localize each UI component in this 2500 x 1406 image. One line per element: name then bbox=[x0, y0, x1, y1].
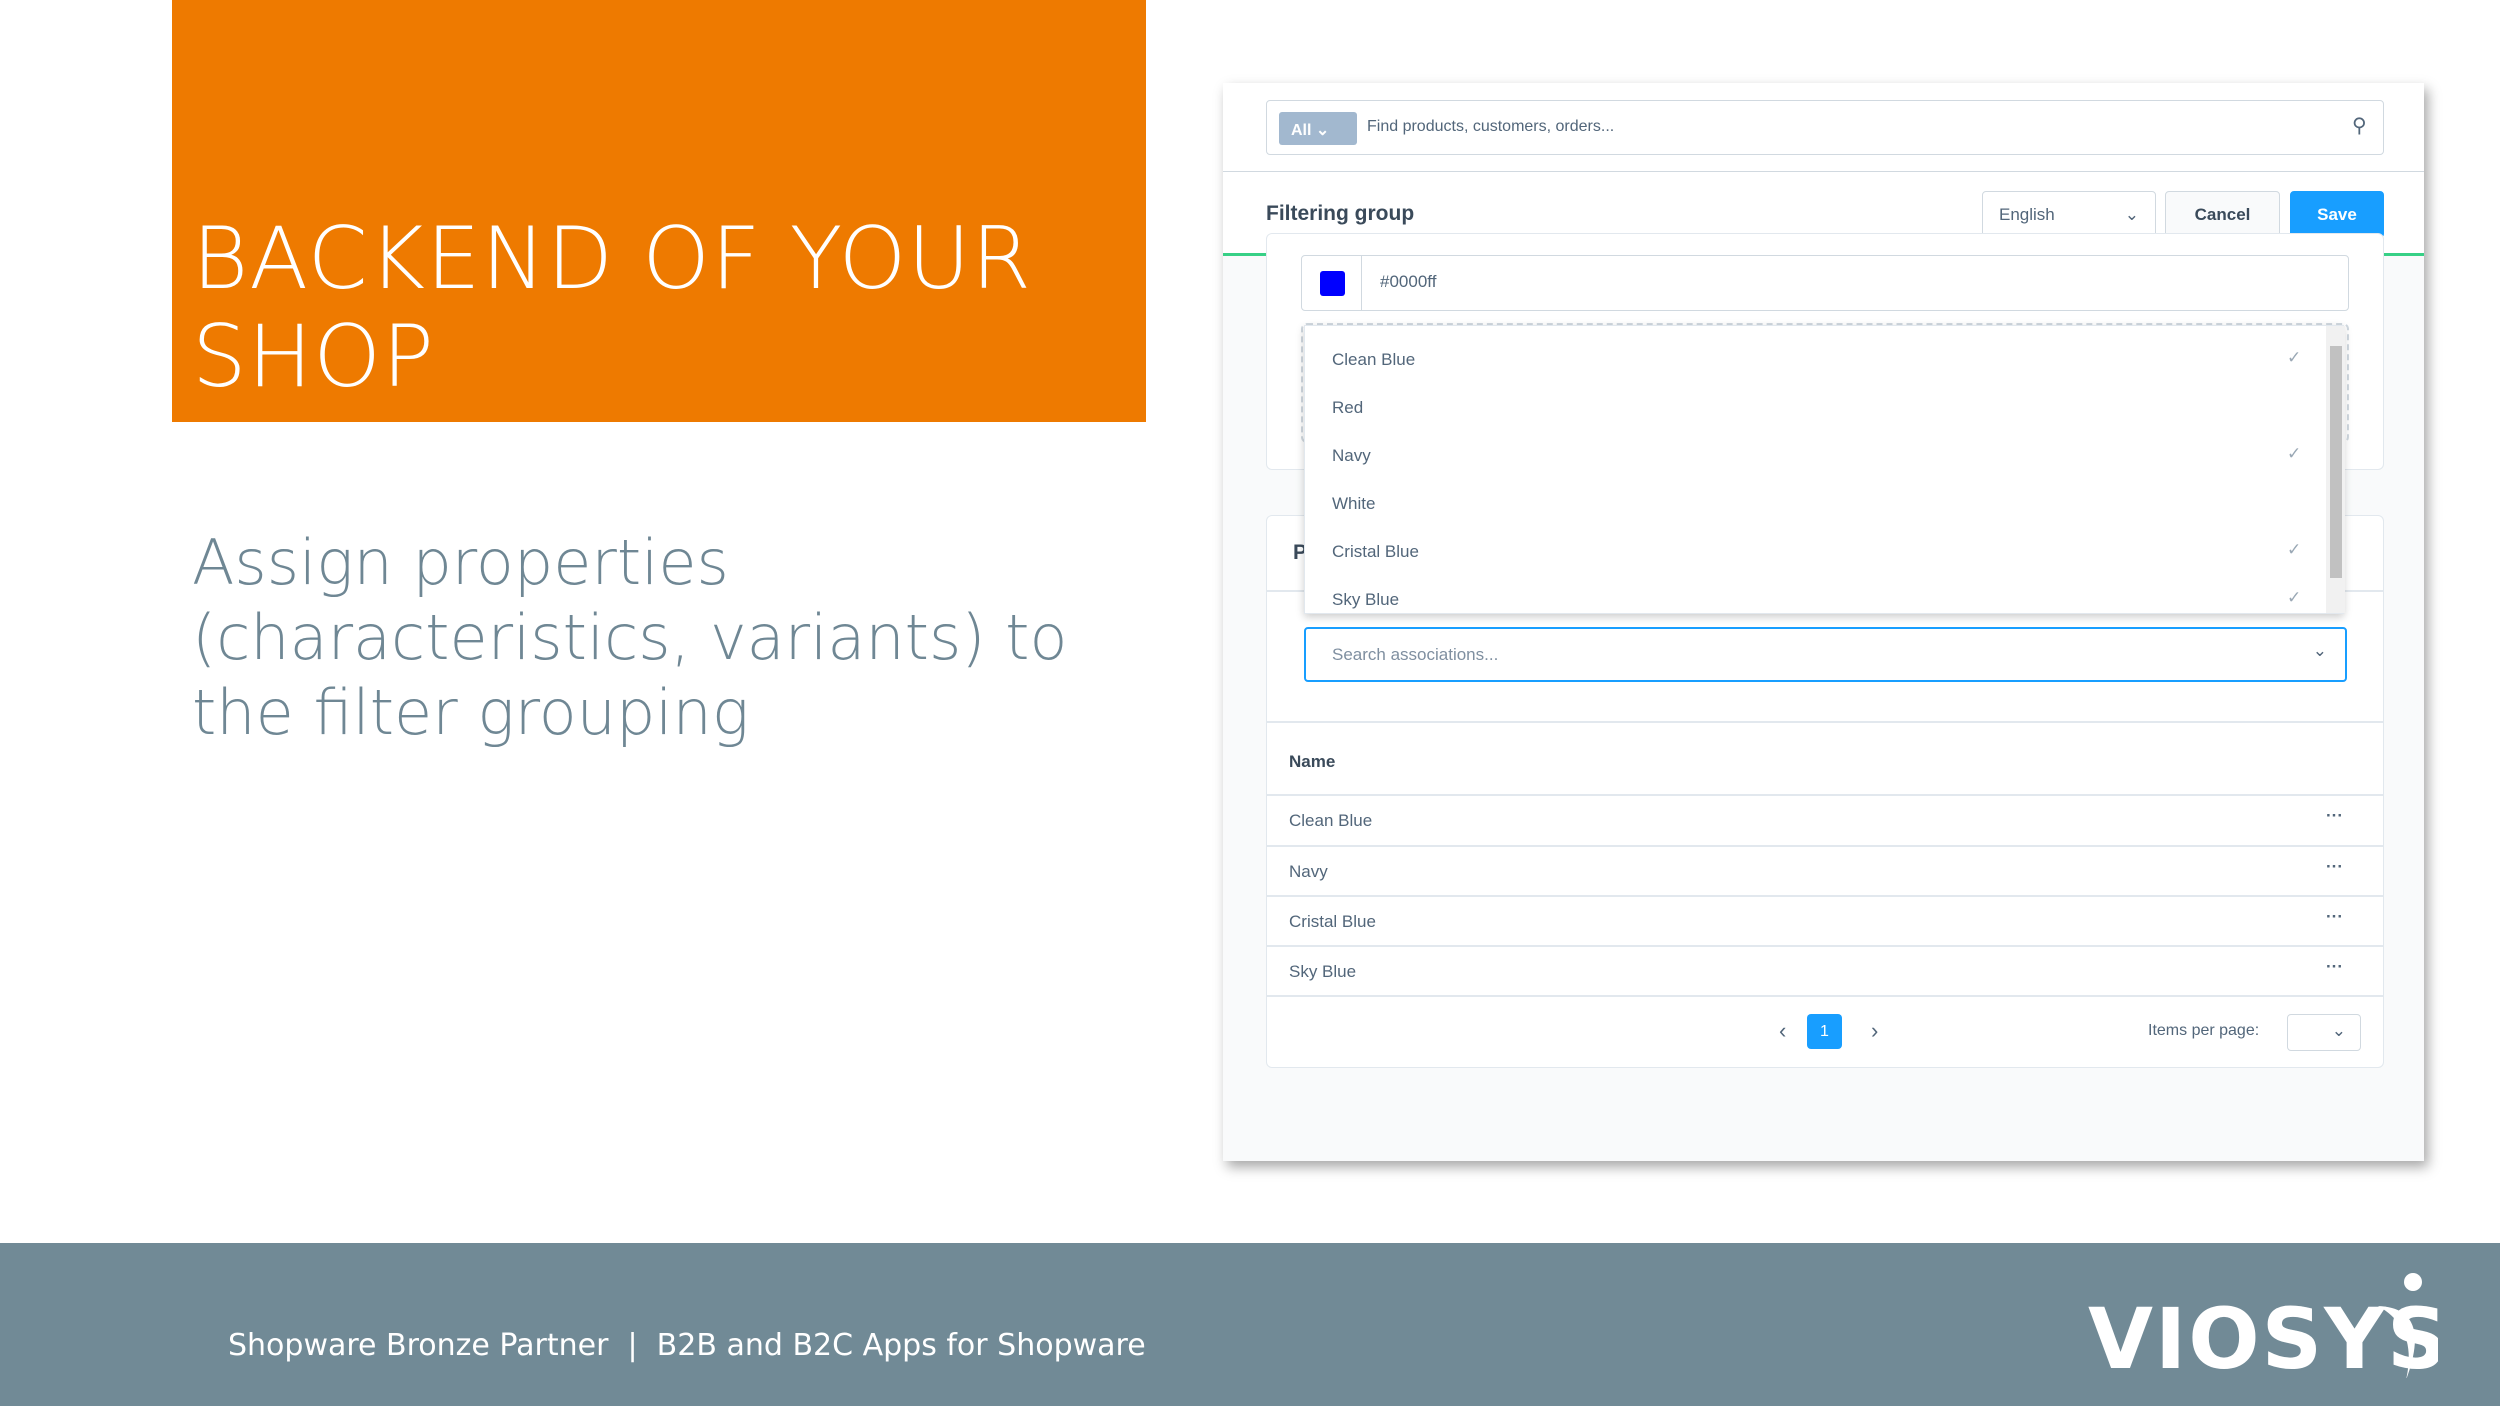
chevron-down-icon: ⌄ bbox=[2124, 204, 2139, 224]
more-actions-icon[interactable]: ··· bbox=[2326, 907, 2343, 927]
chevron-down-icon: ⌄ bbox=[1315, 122, 1330, 139]
check-icon: ✓ bbox=[2287, 348, 2302, 367]
table-row: Sky Blue ··· bbox=[1289, 957, 2343, 981]
previous-page-icon[interactable]: ‹ bbox=[1779, 1018, 1786, 1044]
top-bar: All ⌄ Find products, customers, orders..… bbox=[1223, 83, 2424, 172]
items-per-page-label: Items per page: bbox=[2148, 1022, 2260, 1039]
more-actions-icon[interactable]: ··· bbox=[2326, 957, 2343, 977]
column-header-name[interactable]: Name bbox=[1289, 752, 1335, 772]
scrollbar-thumb[interactable] bbox=[2330, 346, 2342, 578]
admin-screenshot: All ⌄ Find products, customers, orders..… bbox=[1223, 83, 2424, 1161]
global-search[interactable]: All ⌄ Find products, customers, orders..… bbox=[1266, 100, 2384, 155]
dropdown-option[interactable]: Red bbox=[1305, 384, 2325, 432]
table-row: Clean Blue ··· bbox=[1289, 806, 2343, 830]
search-scope-button[interactable]: All ⌄ bbox=[1279, 112, 1357, 145]
page-title: Filtering group bbox=[1266, 202, 1415, 225]
svg-text:VIOSYS: VIOSYS bbox=[2088, 1290, 2438, 1378]
table-row: Navy ··· bbox=[1289, 857, 2343, 881]
association-dropdown: Clean Blue ✓ Red Navy ✓ White Cristal Blue… bbox=[1304, 325, 2345, 614]
cancel-button[interactable]: Cancel bbox=[2165, 191, 2280, 238]
color-field[interactable]: #0000ff bbox=[1301, 255, 2349, 311]
footer-text: Shopware Bronze Partner | B2B and B2C Ap… bbox=[228, 1328, 1146, 1363]
language-select[interactable]: English ⌄ bbox=[1982, 191, 2156, 238]
items-per-page-select[interactable]: ⌄ bbox=[2287, 1014, 2361, 1051]
more-actions-icon[interactable]: ··· bbox=[2326, 857, 2343, 877]
slide-title: BACKEND OF YOUR SHOP bbox=[192, 209, 1033, 407]
save-button[interactable]: Save bbox=[2290, 191, 2384, 238]
table-row: Cristal Blue ··· bbox=[1289, 907, 2343, 931]
viosys-logo: VIOSYS bbox=[2088, 1268, 2448, 1388]
page-button-1[interactable]: 1 bbox=[1807, 1014, 1842, 1049]
color-swatch[interactable] bbox=[1320, 271, 1345, 296]
dropdown-option[interactable]: Navy ✓ bbox=[1305, 432, 2325, 480]
color-value[interactable]: #0000ff bbox=[1380, 272, 1436, 292]
dropdown-option[interactable]: White bbox=[1305, 480, 2325, 528]
chevron-down-icon: ⌄ bbox=[2312, 641, 2327, 660]
dropdown-scrollbar[interactable] bbox=[2326, 326, 2345, 613]
check-icon: ✓ bbox=[2287, 444, 2302, 463]
check-icon: ✓ bbox=[2287, 588, 2302, 607]
search-associations-input[interactable]: Search associations... ⌄ bbox=[1304, 627, 2347, 682]
slide-subtitle: Assign properties (characteristics, vari… bbox=[192, 526, 1068, 749]
search-input[interactable]: Find products, customers, orders... bbox=[1367, 118, 1614, 136]
dropdown-option[interactable]: Cristal Blue ✓ bbox=[1305, 528, 2325, 576]
search-icon[interactable]: ⚲ bbox=[2352, 113, 2367, 138]
more-actions-icon[interactable]: ··· bbox=[2326, 806, 2343, 826]
next-page-icon[interactable]: › bbox=[1871, 1018, 1878, 1044]
dropdown-option[interactable]: Clean Blue ✓ bbox=[1305, 336, 2325, 384]
check-icon: ✓ bbox=[2287, 540, 2302, 559]
chevron-down-icon: ⌄ bbox=[2331, 1021, 2346, 1040]
dropdown-option[interactable]: Sky Blue ✓ bbox=[1305, 576, 2325, 624]
